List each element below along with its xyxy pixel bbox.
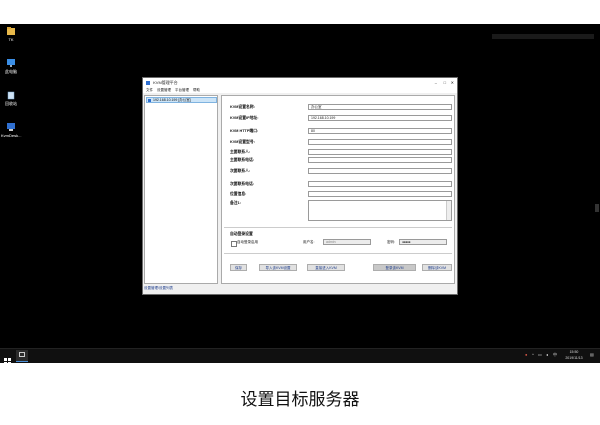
delete-kvm-button[interactable]: 删除该KVM	[422, 264, 452, 271]
location-label: 位置信息:	[230, 192, 247, 196]
desktop-icon-label: KvmDesk...	[1, 133, 22, 138]
ip-field[interactable]: 192.168.10.199	[308, 115, 452, 121]
tree-item-device[interactable]: 192.168.10.199 [办公室]	[146, 97, 217, 103]
device-settings-panel: KVM设置名称: 办公室 KVM设置IP地址: 192.168.10.199 K…	[221, 95, 455, 284]
direct-enter-kvm-button[interactable]: 直接进入KVM	[307, 264, 345, 271]
port-field[interactable]: 80	[308, 128, 452, 134]
contact2-field[interactable]	[308, 168, 452, 174]
app-icon	[146, 80, 150, 85]
username-field[interactable]: admin	[323, 239, 371, 245]
desktop-icon-tk[interactable]: TK	[1, 26, 21, 42]
name-label: KVM设置名称:	[230, 105, 255, 109]
clock-date[interactable]: 2019/11/13	[563, 356, 585, 360]
menu-bar: 文件 设置管理 平台管理 帮助	[143, 87, 457, 93]
taskbar-app-kvm[interactable]	[16, 350, 28, 362]
autologin-section-title: 自动登录设置	[230, 232, 253, 236]
kvm-manager-window: KVM管理平台 – □ ✕ 文件 设置管理 平台管理 帮助 192.168.10…	[142, 77, 458, 295]
phone1-label: 主要联系电话:	[230, 158, 255, 162]
clock-time[interactable]: 15:50	[566, 350, 582, 354]
menu-help[interactable]: 帮助	[193, 88, 200, 92]
desktop-icon-kvmdesk[interactable]: KvmDesk...	[1, 122, 21, 138]
minimize-icon[interactable]: –	[435, 78, 437, 87]
start-icon[interactable]	[4, 352, 11, 365]
tree-item-label: 192.168.10.199 [办公室]	[153, 98, 191, 102]
desktop-icon-label: 回收站	[5, 101, 17, 106]
taskbar: ● ^ ▭ ◂ 中 15:50 2019/11/13 ▤	[0, 348, 600, 365]
contact2-label: 次要联系人:	[230, 169, 251, 173]
close-icon[interactable]: ✕	[451, 78, 454, 87]
login-kvm-button[interactable]: 登录该KVM	[373, 264, 416, 271]
phone1-field[interactable]	[308, 157, 452, 163]
remark-textarea[interactable]	[308, 200, 452, 221]
password-field[interactable]: ●●●●●	[399, 239, 447, 245]
save-button[interactable]: 保存	[230, 264, 247, 271]
divider	[224, 253, 452, 254]
folder-icon	[6, 26, 16, 36]
caption: 设置目标服务器	[240, 390, 360, 410]
tray-volume-icon[interactable]: ◂	[546, 352, 548, 357]
remote-toolbar	[492, 34, 594, 39]
device-tree: 192.168.10.199 [办公室]	[144, 95, 218, 284]
maximize-icon[interactable]: □	[444, 78, 446, 87]
window-title: KVM管理平台	[153, 80, 178, 85]
model-field[interactable]	[308, 139, 452, 145]
desktop-icon-recycle-bin[interactable]: 回收站	[1, 90, 21, 106]
divider	[224, 227, 452, 228]
recycle-bin-icon	[6, 90, 16, 100]
status-bar: 设置管理/设置列表	[144, 286, 173, 290]
side-handle[interactable]	[595, 204, 599, 212]
desktop-icon-label: 此电脑	[5, 69, 17, 74]
menu-device-management[interactable]: 设置管理	[157, 88, 171, 92]
menu-platform-management[interactable]: 平台管理	[175, 88, 189, 92]
username-label: 用户名:	[303, 240, 315, 244]
computer-icon	[6, 58, 16, 68]
contact1-field[interactable]	[308, 149, 452, 155]
contact1-label: 主要联系人:	[230, 150, 251, 154]
window-icon	[19, 352, 25, 357]
phone2-label: 次要联系电话:	[230, 182, 255, 186]
menu-file[interactable]: 文件	[146, 88, 153, 92]
desktop-icon-label: TK	[8, 37, 14, 42]
ip-label: KVM设置IP地址:	[230, 116, 259, 120]
tray-network-icon[interactable]: ▭	[538, 352, 542, 357]
name-field[interactable]: 办公室	[308, 104, 452, 110]
password-label: 密码:	[387, 240, 395, 244]
location-field[interactable]	[308, 191, 452, 197]
phone2-field[interactable]	[308, 181, 452, 187]
port-label: KVM HTTP端口:	[230, 129, 259, 133]
device-icon	[148, 99, 151, 102]
remark-scrollbar[interactable]	[446, 201, 451, 220]
tray-alert-icon[interactable]: ●	[525, 352, 527, 357]
desktop-icon-this-pc[interactable]: 此电脑	[1, 58, 21, 74]
window-titlebar: KVM管理平台 – □ ✕	[143, 78, 457, 87]
tray-ime-icon[interactable]: 中	[553, 352, 557, 358]
autologin-checkbox-label: 自动登录启用	[237, 240, 258, 244]
remark-label: 备注1:	[230, 201, 241, 205]
notification-icon[interactable]: ▤	[590, 352, 594, 357]
model-label: KVM设置型号:	[230, 140, 255, 144]
import-kvm-button[interactable]: 导入该KVM设置	[259, 264, 297, 271]
tray-chevron-icon[interactable]: ^	[532, 352, 534, 357]
kvm-desk-icon	[6, 122, 16, 132]
